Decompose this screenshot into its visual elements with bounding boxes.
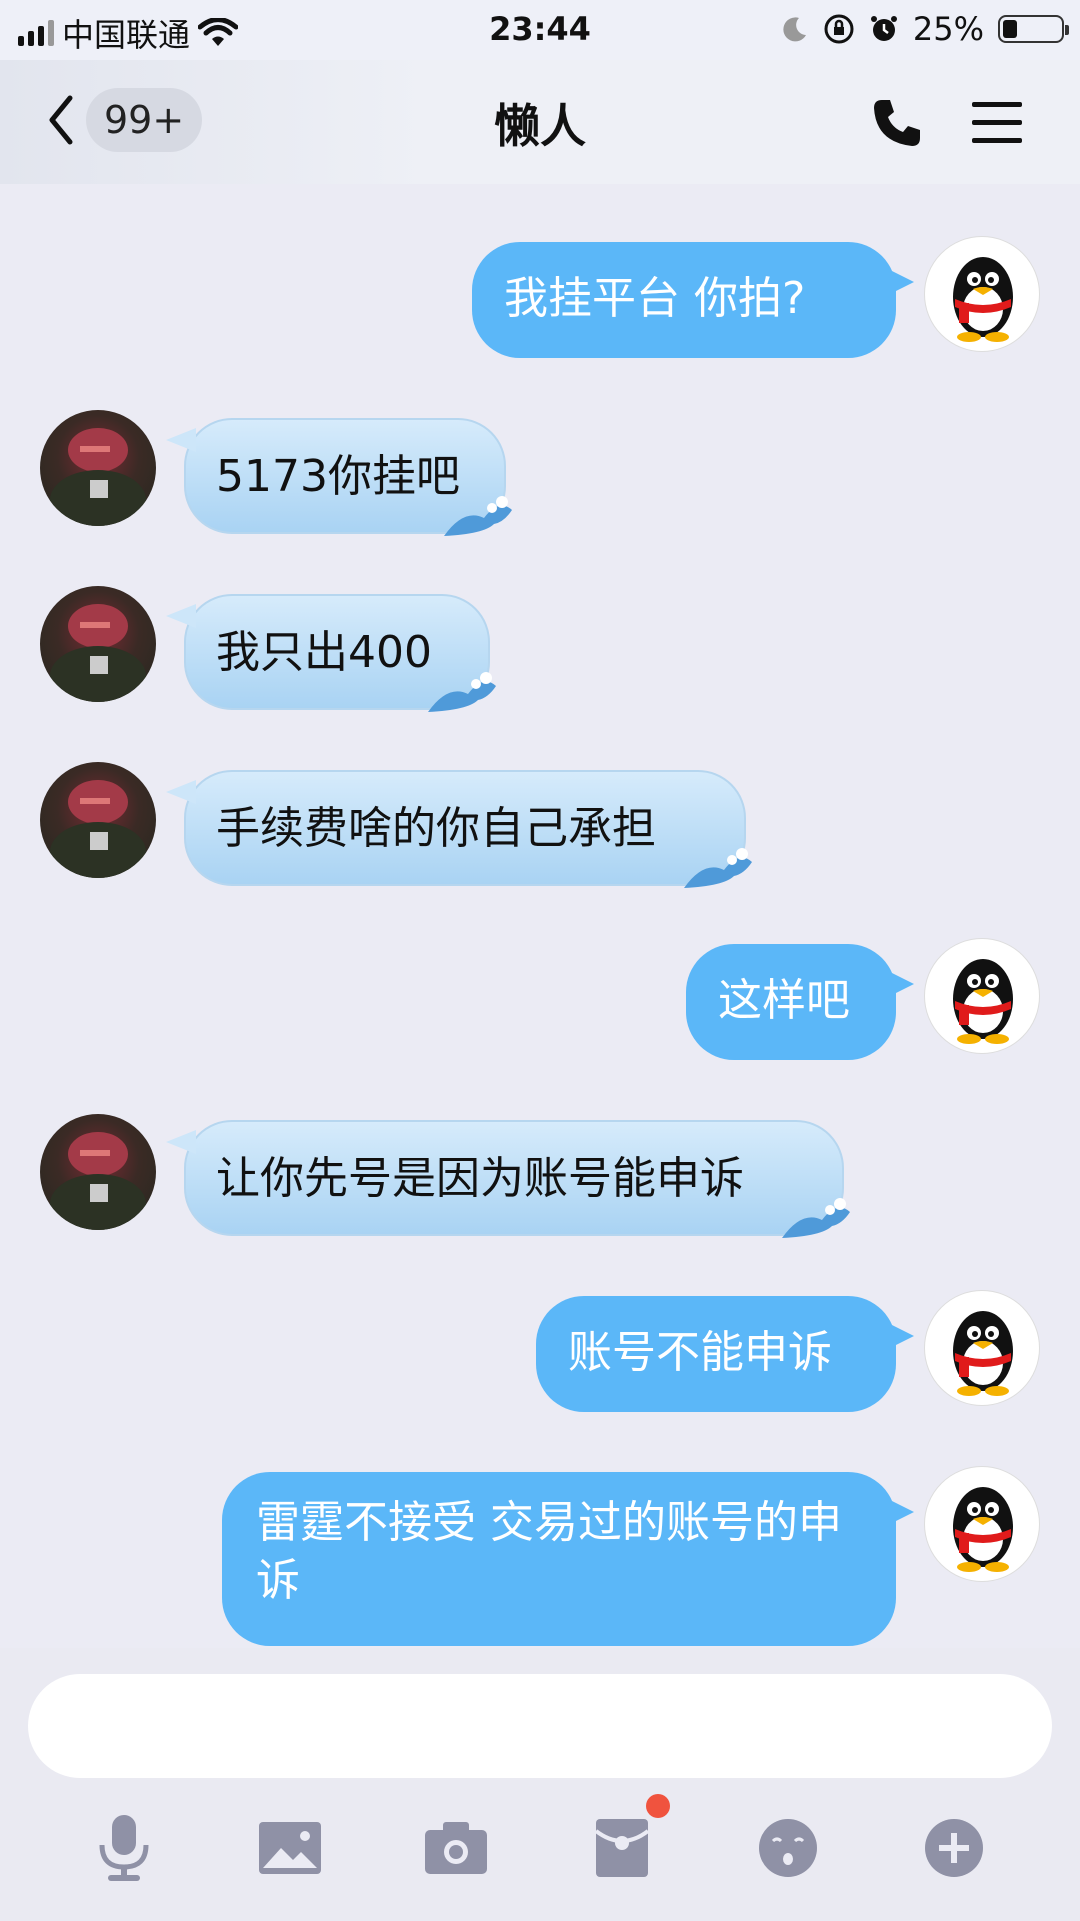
my-avatar[interactable] bbox=[924, 236, 1040, 352]
message-text: 我只出400 bbox=[216, 627, 432, 678]
message-bubble-received[interactable]: 5173你挂吧 bbox=[166, 418, 512, 536]
my-avatar[interactable] bbox=[924, 938, 1040, 1054]
contact-avatar[interactable] bbox=[40, 586, 156, 702]
emoji-icon bbox=[759, 1819, 817, 1877]
message-text: 雷霆不接受 交易过的账号的申诉 bbox=[256, 1497, 842, 1606]
my-avatar[interactable] bbox=[924, 1466, 1040, 1582]
voice-button[interactable] bbox=[84, 1808, 164, 1888]
mic-icon bbox=[99, 1815, 149, 1881]
message-bubble-sent[interactable]: 我挂平台 你拍? bbox=[472, 242, 914, 358]
wave-decoration-icon bbox=[684, 848, 752, 888]
camera-button[interactable] bbox=[416, 1808, 496, 1888]
plus-icon bbox=[925, 1819, 983, 1877]
alarm-icon bbox=[870, 16, 897, 41]
status-bar: 中国联通 23:44 25% bbox=[0, 0, 1080, 60]
message-text: 手续费啥的你自己承担 bbox=[216, 803, 656, 854]
wave-decoration-icon bbox=[444, 496, 512, 536]
wave-decoration-icon bbox=[428, 672, 496, 712]
battery-percent: 25% bbox=[912, 10, 984, 48]
message-text: 5173你挂吧 bbox=[216, 451, 460, 502]
message-bubble-sent[interactable]: 雷霆不接受 交易过的账号的申诉 bbox=[222, 1472, 914, 1646]
notification-dot bbox=[646, 1794, 670, 1818]
moon-icon bbox=[783, 17, 806, 42]
phone-icon[interactable] bbox=[870, 96, 924, 150]
rotation-lock-icon bbox=[824, 14, 854, 44]
more-button[interactable] bbox=[914, 1808, 994, 1888]
message-input[interactable] bbox=[28, 1674, 1052, 1778]
message-text: 让你先号是因为账号能申诉 bbox=[216, 1153, 744, 1204]
contact-avatar[interactable] bbox=[40, 1114, 156, 1230]
composer bbox=[0, 1648, 1080, 1921]
message-bubble-received[interactable]: 让你先号是因为账号能申诉 bbox=[166, 1120, 850, 1238]
red-packet-icon bbox=[594, 1819, 650, 1877]
contact-photo-icon bbox=[50, 1132, 146, 1230]
penguin-icon bbox=[953, 959, 1013, 1044]
penguin-icon bbox=[953, 1311, 1013, 1396]
battery-icon bbox=[998, 15, 1069, 43]
battery-level bbox=[1003, 20, 1017, 38]
camera-icon bbox=[425, 1822, 487, 1874]
contact-photo-icon bbox=[50, 780, 146, 878]
message-bubble-sent[interactable]: 账号不能申诉 bbox=[536, 1296, 914, 1412]
contact-avatar[interactable] bbox=[40, 410, 156, 526]
message-text: 这样吧 bbox=[718, 975, 850, 1026]
chat-header: 99+ 懒人 bbox=[0, 60, 1080, 184]
message-text: 账号不能申诉 bbox=[568, 1327, 832, 1378]
wave-decoration-icon bbox=[782, 1198, 850, 1238]
penguin-icon bbox=[953, 1487, 1013, 1572]
contact-photo-icon bbox=[50, 604, 146, 702]
status-right: 25% bbox=[781, 10, 1069, 48]
image-icon bbox=[259, 1822, 321, 1874]
my-avatar[interactable] bbox=[924, 1290, 1040, 1406]
penguin-icon bbox=[953, 257, 1013, 342]
message-bubble-sent[interactable]: 这样吧 bbox=[686, 944, 914, 1060]
menu-icon[interactable] bbox=[970, 98, 1024, 148]
contact-photo-icon bbox=[50, 428, 146, 526]
photo-button[interactable] bbox=[250, 1808, 330, 1888]
emoji-button[interactable] bbox=[748, 1808, 828, 1888]
message-text: 我挂平台 你拍? bbox=[504, 273, 806, 324]
contact-avatar[interactable] bbox=[40, 762, 156, 878]
red-packet-button[interactable] bbox=[582, 1794, 670, 1888]
message-bubble-received[interactable]: 我只出400 bbox=[166, 594, 496, 712]
message-bubble-received[interactable]: 手续费啥的你自己承担 bbox=[166, 770, 752, 888]
